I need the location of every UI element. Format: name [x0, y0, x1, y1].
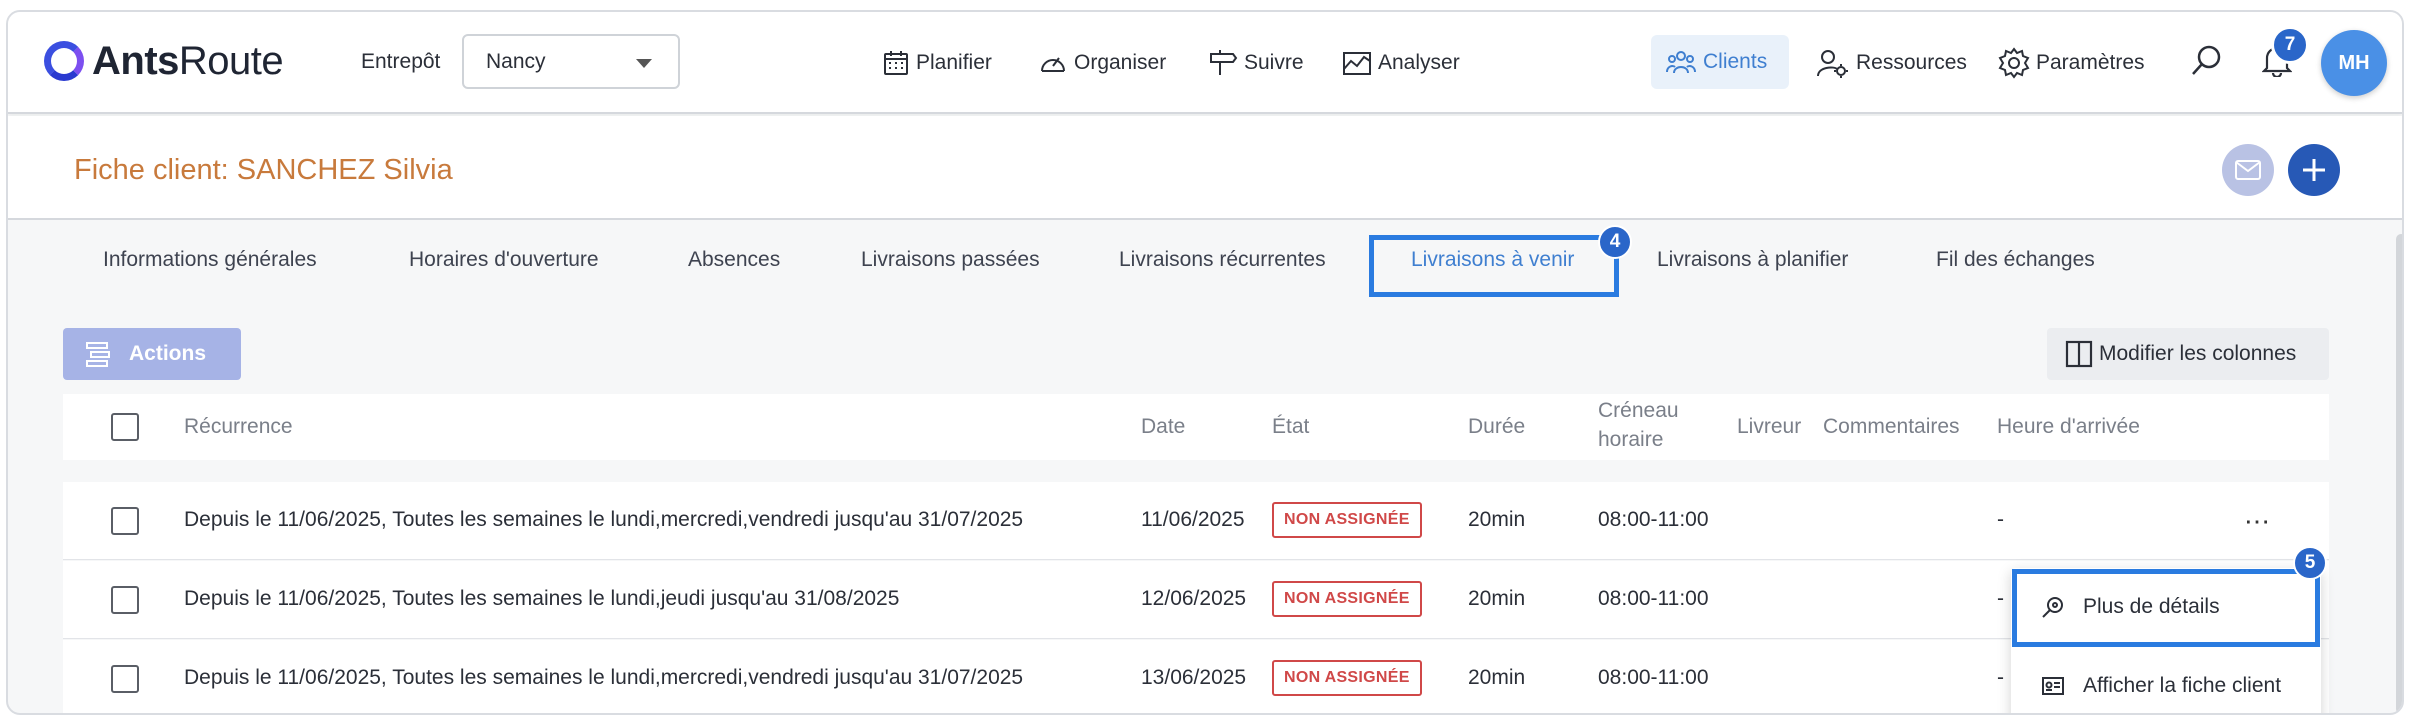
send-email-button[interactable] — [2222, 144, 2274, 196]
gear-icon — [1998, 47, 2030, 79]
row-checkbox[interactable] — [111, 586, 139, 614]
id-card-icon — [2042, 677, 2064, 695]
cell-creneau: 08:00-11:00 — [1598, 666, 1709, 689]
nav-parametres[interactable]: Paramètres — [1998, 47, 2145, 79]
top-navbar: AntsRoute Entrepôt Nancy Planifier Organ… — [8, 12, 2402, 114]
cell-duree: 20min — [1468, 666, 1526, 689]
columns-icon — [2065, 340, 2093, 368]
chevron-down-icon — [636, 59, 652, 68]
tab-fil-des-echanges[interactable]: Fil des échanges — [1936, 248, 2095, 272]
col-livreur[interactable]: Livreur — [1737, 412, 1801, 441]
cell-duree: 20min — [1468, 508, 1526, 531]
col-creneau[interactable]: Créneau horaire — [1598, 396, 1679, 454]
tab-livraisons-a-planifier[interactable]: Livraisons à planifier — [1657, 248, 1848, 272]
nav-planifier[interactable]: Planifier — [882, 48, 992, 78]
nav-analyser[interactable]: Analyser — [1342, 48, 1460, 78]
calendar-icon — [884, 51, 908, 75]
list-icon — [86, 342, 110, 367]
edit-columns-button[interactable]: Modifier les colonnes — [2047, 328, 2329, 380]
user-avatar[interactable]: MH — [2321, 30, 2387, 96]
table-row[interactable]: Depuis le 11/06/2025, Toutes les semaine… — [63, 640, 2329, 713]
warehouse-label: Entrepôt — [361, 50, 441, 73]
notification-count-badge: 7 — [2271, 26, 2309, 64]
status-badge: NON ASSIGNÉE — [1272, 502, 1422, 538]
cell-date: 13/06/2025 — [1141, 666, 1247, 689]
cell-recurrence: Depuis le 11/06/2025, Toutes les semaine… — [184, 587, 900, 610]
cell-arrivee: - — [1997, 666, 2004, 689]
step-badge: 5 — [2293, 546, 2327, 580]
status-badge: NON ASSIGNÉE — [1272, 660, 1422, 696]
menu-highlight — [2012, 569, 2320, 647]
antsroute-logo[interactable]: AntsRoute — [44, 36, 284, 86]
menu-item-client-sheet[interactable]: Afficher la fiche client — [2011, 647, 2321, 713]
tab-livraisons-recurrentes[interactable]: Livraisons récurrentes — [1119, 248, 1326, 272]
nav-clients[interactable]: Clients — [1651, 35, 1789, 89]
actions-button[interactable]: Actions — [63, 328, 241, 380]
nav-ressources[interactable]: Ressources — [1816, 48, 1967, 78]
cell-recurrence: Depuis le 11/06/2025, Toutes les semaine… — [184, 666, 1024, 689]
page-title: Fiche client: SANCHEZ Silvia — [74, 154, 453, 186]
table-row[interactable]: Depuis le 11/06/2025, Toutes les semaine… — [63, 482, 2329, 560]
cell-duree: 20min — [1468, 587, 1526, 610]
cell-recurrence: Depuis le 11/06/2025, Toutes les semaine… — [184, 508, 1024, 531]
col-duree[interactable]: Durée — [1468, 412, 1525, 441]
step-badge: 4 — [1598, 225, 1632, 259]
tab-livraisons-passees[interactable]: Livraisons passées — [861, 248, 1040, 272]
tab-horaires-ouverture[interactable]: Horaires d'ouverture — [409, 248, 599, 272]
col-date[interactable]: Date — [1141, 412, 1185, 441]
row-checkbox[interactable] — [111, 665, 139, 693]
gauge-icon — [1041, 57, 1065, 72]
search-icon — [2192, 45, 2221, 75]
add-button[interactable] — [2288, 144, 2340, 196]
col-recurrence[interactable]: Récurrence — [184, 412, 293, 441]
nav-suivre[interactable]: Suivre — [1208, 48, 1304, 78]
cell-date: 12/06/2025 — [1141, 587, 1247, 610]
page-header: Fiche client: SANCHEZ Silvia — [8, 116, 2402, 220]
col-etat[interactable]: État — [1272, 412, 1309, 441]
nav-organiser[interactable]: Organiser — [1038, 48, 1166, 78]
table-row[interactable]: Depuis le 11/06/2025, Toutes les semaine… — [63, 561, 2329, 639]
envelope-icon — [2235, 160, 2261, 180]
cell-arrivee: - — [1997, 508, 2004, 531]
tab-absences[interactable]: Absences — [688, 248, 780, 272]
col-heure-arrivee[interactable]: Heure d'arrivée — [1997, 412, 2140, 441]
cell-arrivee: - — [1997, 587, 2004, 610]
plus-icon — [2303, 159, 2325, 181]
cell-date: 11/06/2025 — [1141, 508, 1245, 531]
tab-informations-generales[interactable]: Informations générales — [103, 248, 317, 272]
more-options-icon[interactable]: ⋯ — [2244, 506, 2271, 537]
cell-creneau: 08:00-11:00 — [1598, 508, 1709, 531]
users-icon — [1666, 51, 1696, 74]
table-header: Récurrence Date État Durée Créneau horai… — [63, 394, 2329, 460]
search-button[interactable] — [2190, 45, 2230, 75]
user-gear-icon — [1817, 50, 1848, 78]
logo-icon — [44, 41, 84, 81]
col-commentaires[interactable]: Commentaires — [1823, 412, 1960, 441]
vertical-scrollbar[interactable] — [2396, 234, 2402, 713]
row-checkbox[interactable] — [111, 507, 139, 535]
tab-livraisons-a-venir[interactable]: Livraisons à venir — [1411, 248, 1574, 272]
warehouse-select[interactable]: Nancy — [462, 34, 680, 89]
signpost-icon — [1210, 50, 1238, 75]
app-window: AntsRoute Entrepôt Nancy Planifier Organ… — [6, 10, 2404, 715]
select-all-checkbox[interactable] — [111, 413, 139, 441]
chart-icon — [1343, 52, 1371, 75]
cell-creneau: 08:00-11:00 — [1598, 587, 1709, 610]
status-badge: NON ASSIGNÉE — [1272, 581, 1422, 617]
